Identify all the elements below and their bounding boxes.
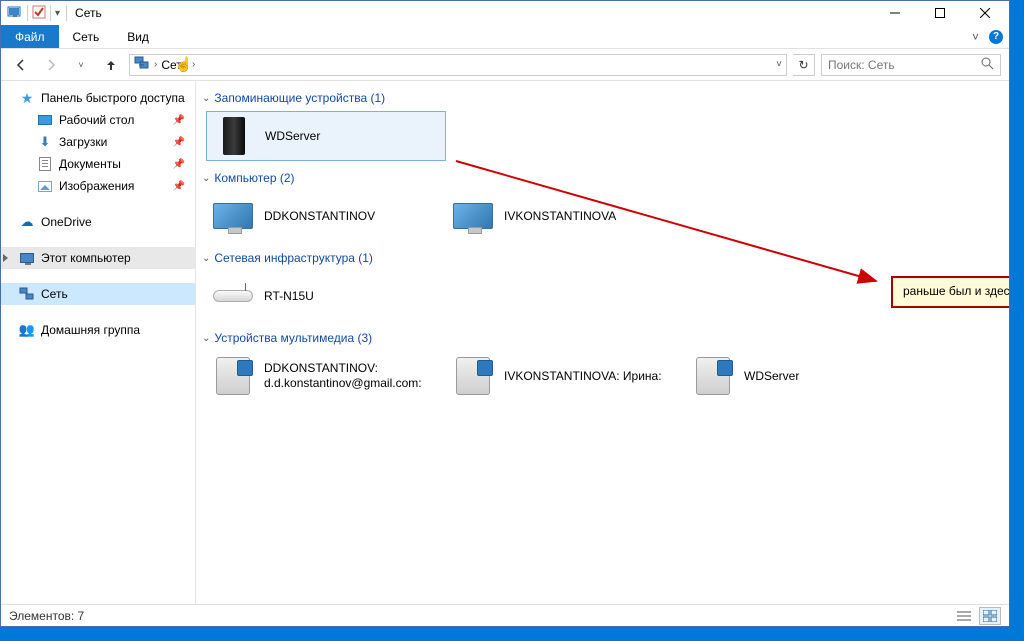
server-icon bbox=[213, 115, 255, 157]
ribbon-tabs: Файл Сеть Вид ˅ ? bbox=[1, 25, 1009, 49]
up-button[interactable] bbox=[99, 53, 123, 77]
sidebar-item-downloads[interactable]: ⬇ Загрузки 📌 bbox=[1, 131, 195, 153]
tile-media-wdserver[interactable]: WDServer bbox=[686, 351, 926, 401]
sidebar-item-network[interactable]: Сеть bbox=[1, 283, 195, 305]
pin-icon: 📌 bbox=[173, 137, 185, 148]
window-title: Сеть bbox=[75, 6, 102, 20]
media-device-icon bbox=[212, 355, 254, 397]
view-switcher bbox=[953, 607, 1001, 625]
chevron-right-icon[interactable]: › bbox=[154, 59, 157, 70]
desktop-icon bbox=[37, 112, 53, 128]
address-bar[interactable]: › Сеть ☝ › ˅ bbox=[129, 54, 787, 76]
separator bbox=[66, 5, 67, 21]
sidebar-item-this-pc[interactable]: Этот компьютер bbox=[1, 247, 195, 269]
group-header-computers[interactable]: ⌄ Компьютер (2) bbox=[200, 167, 1005, 189]
explorer-body: ★ Панель быстрого доступа Рабочий стол 📌… bbox=[1, 81, 1009, 604]
chevron-down-icon: ⌄ bbox=[202, 253, 210, 264]
group-header-storage[interactable]: ⌄ Запоминающие устройства (1) bbox=[200, 87, 1005, 109]
cursor-icon: ☝ bbox=[175, 56, 192, 73]
help-icon[interactable]: ? bbox=[989, 30, 1003, 44]
tab-network[interactable]: Сеть bbox=[59, 25, 114, 48]
network-icon bbox=[19, 286, 35, 302]
group-header-media[interactable]: ⌄ Устройства мультимедиа (3) bbox=[200, 327, 1005, 349]
sidebar-item-quick-access[interactable]: ★ Панель быстрого доступа bbox=[1, 87, 195, 109]
search-icon[interactable] bbox=[981, 57, 994, 73]
computer-icon bbox=[212, 195, 254, 237]
media-device-icon bbox=[452, 355, 494, 397]
recent-locations-button[interactable]: ˅ bbox=[69, 53, 93, 77]
star-icon: ★ bbox=[19, 90, 35, 106]
view-details-button[interactable] bbox=[953, 607, 975, 625]
separator bbox=[50, 5, 51, 21]
router-icon bbox=[212, 275, 254, 317]
forward-button[interactable] bbox=[39, 53, 63, 77]
chevron-down-icon: ⌄ bbox=[202, 333, 210, 344]
pictures-icon bbox=[37, 178, 53, 194]
ribbon-expand-icon[interactable]: ˅ bbox=[972, 30, 979, 44]
app-icon bbox=[7, 4, 23, 23]
back-button[interactable] bbox=[9, 53, 33, 77]
sidebar-item-desktop[interactable]: Рабочий стол 📌 bbox=[1, 109, 195, 131]
documents-icon bbox=[37, 156, 53, 172]
view-tiles-button[interactable] bbox=[979, 607, 1001, 625]
status-item-count: Элементов: 7 bbox=[9, 609, 84, 623]
explorer-window: ▾ Сеть Файл Сеть Вид ˅ ? ˅ › bbox=[0, 0, 1010, 627]
search-input[interactable] bbox=[828, 58, 968, 72]
breadcrumb-network[interactable]: Сеть ☝ bbox=[161, 58, 188, 72]
pin-icon: 📌 bbox=[173, 115, 185, 126]
group-header-infrastructure[interactable]: ⌄ Сетевая инфраструктура (1) bbox=[200, 247, 1005, 269]
sidebar-item-onedrive[interactable]: ☁ OneDrive bbox=[1, 211, 195, 233]
title-bar: ▾ Сеть bbox=[1, 1, 1009, 25]
maximize-button[interactable] bbox=[917, 1, 962, 25]
separator bbox=[27, 5, 28, 21]
address-dropdown-icon[interactable]: ˅ bbox=[776, 59, 782, 70]
computer-icon bbox=[452, 195, 494, 237]
tile-router[interactable]: RT-N15U bbox=[206, 271, 446, 321]
refresh-button[interactable]: ↻ bbox=[793, 54, 815, 76]
pc-icon bbox=[19, 250, 35, 266]
content-pane: ⌄ Запоминающие устройства (1) WDServer ⌄… bbox=[196, 81, 1009, 604]
minimize-button[interactable] bbox=[872, 1, 917, 25]
media-device-icon bbox=[692, 355, 734, 397]
downloads-icon: ⬇ bbox=[37, 134, 53, 150]
navigation-bar: ˅ › Сеть ☝ › ˅ ↻ bbox=[1, 49, 1009, 81]
navigation-pane: ★ Панель быстрого доступа Рабочий стол 📌… bbox=[1, 81, 196, 604]
network-icon bbox=[134, 55, 150, 74]
sidebar-item-pictures[interactable]: Изображения 📌 bbox=[1, 175, 195, 197]
close-button[interactable] bbox=[962, 1, 1007, 25]
search-box[interactable] bbox=[821, 54, 1001, 76]
onedrive-icon: ☁ bbox=[19, 214, 35, 230]
chevron-down-icon: ⌄ bbox=[202, 173, 210, 184]
pin-icon: 📌 bbox=[173, 159, 185, 170]
qat-dropdown-icon[interactable]: ▾ bbox=[55, 8, 60, 19]
sidebar-item-homegroup[interactable]: 👥 Домашняя группа bbox=[1, 319, 195, 341]
sidebar-item-documents[interactable]: Документы 📌 bbox=[1, 153, 195, 175]
tab-view[interactable]: Вид bbox=[113, 25, 163, 48]
chevron-down-icon: ⌄ bbox=[202, 93, 210, 104]
qat-properties-icon[interactable] bbox=[32, 5, 46, 22]
window-controls bbox=[872, 1, 1007, 25]
status-bar: Элементов: 7 bbox=[1, 604, 1009, 626]
file-tab[interactable]: Файл bbox=[1, 25, 59, 48]
tile-ivkonstantinova-pc[interactable]: IVKONSTANTINOVA bbox=[446, 191, 686, 241]
tile-wdserver-storage[interactable]: WDServer bbox=[206, 111, 446, 161]
tile-ddkonstantinov-pc[interactable]: DDKONSTANTINOV bbox=[206, 191, 446, 241]
homegroup-icon: 👥 bbox=[19, 322, 35, 338]
pin-icon: 📌 bbox=[173, 181, 185, 192]
annotation-callout: раньше был и здесь bbox=[891, 276, 1009, 308]
quick-access-toolbar: ▾ bbox=[3, 4, 60, 23]
tile-media-ddkonstantinov[interactable]: DDKONSTANTINOV: d.d.konstantinov@gmail.c… bbox=[206, 351, 446, 401]
tile-media-ivkonstantinova[interactable]: IVKONSTANTINOVA: Ирина: bbox=[446, 351, 686, 401]
